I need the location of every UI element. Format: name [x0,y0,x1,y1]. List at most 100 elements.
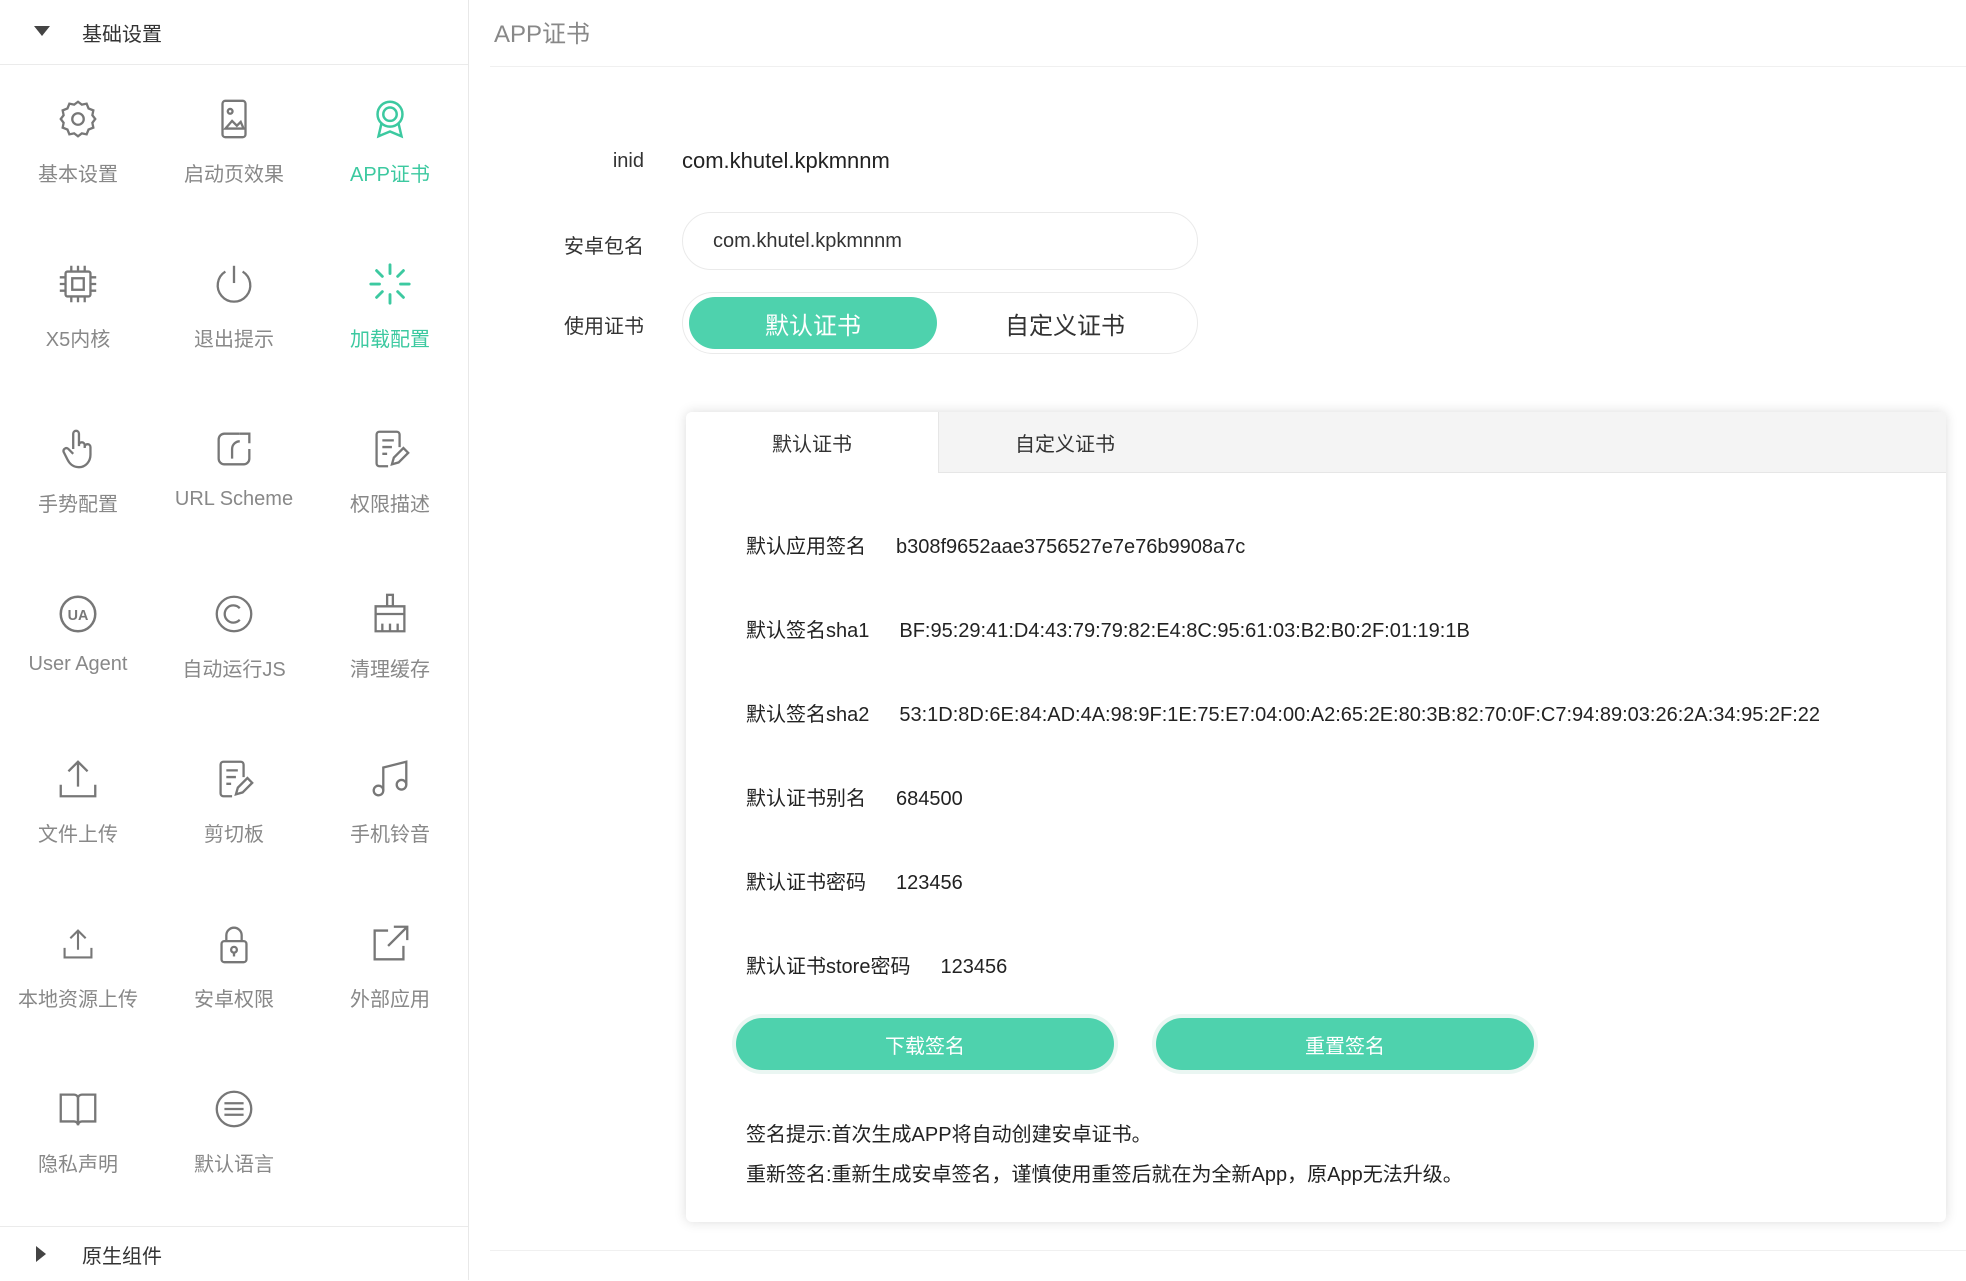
sidebar-item-label: 本地资源上传 [18,989,138,1011]
download-signature-button[interactable]: 下载签名 [736,1018,1114,1070]
sidebar-item-android-permission[interactable]: 安卓权限 [156,891,312,1056]
package-name-label: 安卓包名 [564,236,644,258]
sidebar-item-label: 启动页效果 [184,164,284,186]
sidebar-item-label: 加载配置 [350,329,430,351]
tab-custom-certificate[interactable]: 自定义证书 [939,412,1191,472]
certificate-card: 默认证书 自定义证书 默认应用签名 b308f9652aae3756527e7e7… [686,412,1946,1222]
sidebar-item-external-app[interactable]: 外部应用 [312,891,468,1056]
broom-icon [374,593,406,633]
info-value: b308f9652aae3756527e7e76b9908a7c [896,536,1246,558]
info-row-password: 默认证书密码 123456 [746,866,963,895]
sidebar-item-privacy-statement[interactable]: 隐私声明 [0,1056,156,1221]
sidebar-item-auto-run-js[interactable]: 自动运行JS [156,561,312,726]
sidebar-item-user-agent[interactable]: UA User Agent [0,561,156,726]
toggle-custom-certificate[interactable]: 自定义证书 [941,297,1189,349]
divider [490,66,1966,67]
package-name-input[interactable] [682,212,1198,270]
sidebar-item-default-language[interactable]: 默认语言 [156,1056,312,1221]
info-value: 123456 [940,956,1008,978]
sidebar-item-label: 剪切板 [204,824,264,846]
lock-icon [220,926,248,964]
sidebar-item-label: X5内核 [45,329,111,351]
toggle-default-certificate[interactable]: 默认证书 [689,297,937,349]
edit-document-icon [375,430,410,468]
info-value: 123456 [896,872,963,894]
reset-signature-button[interactable]: 重置签名 [1156,1018,1534,1070]
info-row-app-signature: 默认应用签名 b308f9652aae3756527e7e76b9908a7c [746,530,1245,559]
signature-hint: 签名提示:首次生成APP将自动创建安卓证书。 [746,1124,1152,1146]
sidebar-item-basic-settings[interactable]: 基本设置 [0,66,156,231]
sidebar-item-loading-config[interactable]: 加载配置 [312,231,468,396]
sidebar-item-label: 清理缓存 [350,659,430,681]
tab-default-certificate[interactable]: 默认证书 [686,412,939,473]
gear-icon [59,100,97,138]
info-row-store-password: 默认证书store密码 123456 [746,950,1007,979]
language-icon [215,1090,253,1128]
sidebar-item-label: APP证书 [349,164,431,186]
info-key: 默认证书store密码 [746,956,911,978]
info-key: 默认签名sha1 [746,620,870,642]
section-label: 原生组件 [82,1245,162,1268]
sidebar-item-ringtone[interactable]: 手机铃音 [312,726,468,891]
inid-label: inid [612,150,644,172]
loading-spinner-icon [369,263,411,305]
info-value: 684500 [896,788,963,810]
sidebar-item-app-certificate[interactable]: APP证书 [312,66,468,231]
link-scheme-icon [217,432,251,466]
resign-hint: 重新签名:重新生成安卓签名，谨慎使用重签后就在为全新App，原App无法升级。 [746,1164,1463,1186]
sidebar-item-gesture-config[interactable]: 手势配置 [0,396,156,561]
music-note-icon [372,760,408,797]
hand-pointer-icon [62,429,92,469]
sidebar-item-clear-cache[interactable]: 清理缓存 [312,561,468,726]
sidebar-item-label: URL Scheme [174,488,294,510]
sidebar-item-clipboard[interactable]: 剪切板 [156,726,312,891]
info-key: 默认证书别名 [746,788,866,810]
sidebar-item-local-resource-upload[interactable]: 本地资源上传 [0,891,156,1056]
sidebar-item-label: 默认语言 [194,1154,274,1176]
section-header-basic-settings[interactable]: 基础设置 [0,0,468,65]
sidebar-item-permission-description[interactable]: 权限描述 [312,396,468,561]
splash-image-icon [221,99,247,139]
info-key: 默认应用签名 [746,536,866,558]
ua-icon: UA [59,595,97,633]
section-header-native-components[interactable]: 原生组件 [0,1226,468,1281]
sidebar-item-label: 权限描述 [350,494,430,516]
divider [490,1250,1966,1251]
use-certificate-label: 使用证书 [564,316,644,338]
info-value: BF:95:29:41:D4:43:79:79:82:E4:8C:95:61:0… [899,620,1470,642]
sidebar-item-x5-kernel[interactable]: X5内核 [0,231,156,396]
info-row-sha1: 默认签名sha1 BF:95:29:41:D4:43:79:79:82:E4:8C… [746,614,1470,643]
sidebar-item-label: User Agent [28,653,128,675]
page-title: APP证书 [494,21,591,48]
power-icon [216,265,252,303]
sidebar-item-label: 基本设置 [38,164,118,186]
sidebar-item-label: 自动运行JS [182,659,286,681]
chip-icon [59,265,97,303]
caret-right-icon [36,1246,46,1262]
certificate-toggle: 默认证书 自定义证书 [682,292,1198,354]
svg-text:UA: UA [68,608,89,624]
copyright-icon [215,595,253,633]
sidebar-item-label: 外部应用 [350,989,430,1011]
inid-value: com.khutel.kpkmnnm [682,148,890,173]
sidebar-item-exit-prompt[interactable]: 退出提示 [156,231,312,396]
sidebar-item-url-scheme[interactable]: URL Scheme [156,396,312,561]
local-upload-icon [63,929,93,959]
section-label: 基础设置 [82,23,162,46]
sidebar-item-label: 手机铃音 [350,824,430,846]
external-link-icon [373,925,409,961]
info-row-alias: 默认证书别名 684500 [746,782,963,811]
sidebar: 基础设置 基本设置 启动页效果 APP证书 X5内核 退出提示 加载配置 手势配… [0,0,469,1280]
upload-icon [59,760,97,798]
sidebar-item-file-upload[interactable]: 文件上传 [0,726,156,891]
caret-down-icon [34,26,50,36]
sidebar-item-splash[interactable]: 启动页效果 [156,66,312,231]
certificate-badge-icon [376,100,404,139]
sidebar-item-label: 手势配置 [38,494,118,516]
info-value: 53:1D:8D:6E:84:AD:4A:98:9F:1E:75:E7:04:0… [899,704,1821,726]
info-key: 默认证书密码 [746,872,866,894]
card-tab-bar: 默认证书 自定义证书 [686,412,1946,473]
info-key: 默认签名sha2 [746,704,870,726]
sidebar-item-label: 文件上传 [38,824,118,846]
sidebar-item-label: 退出提示 [194,329,274,351]
